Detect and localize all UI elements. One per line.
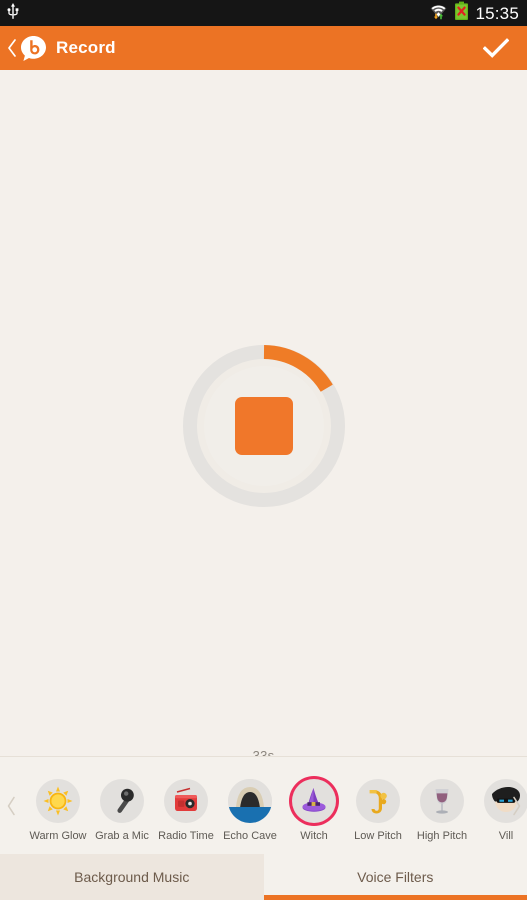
page-title: Record xyxy=(56,38,116,57)
chevron-right-icon[interactable] xyxy=(505,757,527,854)
record-stage: 33s xyxy=(0,70,527,763)
chevron-left-icon[interactable] xyxy=(0,757,22,854)
tab-voice-filters[interactable]: Voice Filters xyxy=(263,854,527,900)
tab-label: Background Music xyxy=(74,869,190,885)
filter-item-radio-time[interactable]: Radio Time xyxy=(154,779,218,842)
filter-label: Witch xyxy=(300,830,328,842)
cave-water-icon xyxy=(228,779,272,823)
filter-track[interactable]: Warm Glow Grab a Mic Radio Time Echo Cav… xyxy=(0,769,527,842)
filter-label: Warm Glow xyxy=(29,830,87,842)
filter-item-warm-glow[interactable]: Warm Glow xyxy=(26,779,90,842)
filter-item-witch[interactable]: Witch xyxy=(282,779,346,842)
record-stop-button[interactable] xyxy=(182,344,346,508)
microphone-icon xyxy=(100,779,144,823)
sun-icon xyxy=(36,779,80,823)
record-screen: 15:35 Record Warm Glow Grab a Mic Radio … xyxy=(0,0,527,900)
filter-label: Grab a Mic xyxy=(95,830,149,842)
witch-hat-icon xyxy=(292,779,336,823)
battery-error-icon xyxy=(454,1,469,26)
usb-icon xyxy=(6,2,20,25)
voice-filter-strip: Warm Glow Grab a Mic Radio Time Echo Cav… xyxy=(0,756,527,854)
back-chevron-icon[interactable] xyxy=(5,26,19,70)
filter-label: Low Pitch xyxy=(354,830,402,842)
filter-item-echo-cave[interactable]: Echo Cave xyxy=(218,779,282,842)
wifi-transfer-icon xyxy=(429,1,448,25)
app-bar: Record xyxy=(0,26,527,70)
filter-item-low-pitch[interactable]: Low Pitch xyxy=(346,779,410,842)
filter-item-high-pitch[interactable]: High Pitch xyxy=(410,779,474,842)
filter-label: Echo Cave xyxy=(223,830,277,842)
bottom-tab-bar: Background Music Voice Filters xyxy=(0,854,527,900)
bubble-b-logo-icon[interactable] xyxy=(20,35,47,62)
radio-icon xyxy=(164,779,208,823)
status-bar-right: 15:35 xyxy=(429,1,519,26)
status-bar-left xyxy=(6,2,20,25)
wine-glass-icon xyxy=(420,779,464,823)
tab-background-music[interactable]: Background Music xyxy=(0,854,264,900)
filter-item-grab-a-mic[interactable]: Grab a Mic xyxy=(90,779,154,842)
status-bar: 15:35 xyxy=(0,0,527,26)
checkmark-icon[interactable] xyxy=(479,31,513,65)
tuba-icon xyxy=(356,779,400,823)
filter-label: Radio Time xyxy=(158,830,214,842)
tab-label: Voice Filters xyxy=(357,869,434,885)
status-bar-clock: 15:35 xyxy=(475,3,519,23)
filter-label: High Pitch xyxy=(416,830,468,842)
